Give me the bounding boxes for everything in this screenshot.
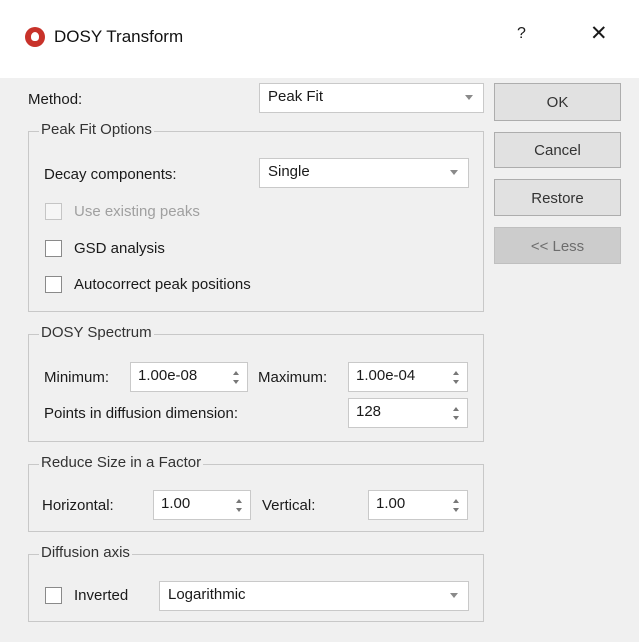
gsd-analysis-label: GSD analysis <box>74 240 165 257</box>
spin-up-icon[interactable] <box>453 499 459 503</box>
inverted-label: Inverted <box>74 587 129 604</box>
ok-button[interactable]: OK <box>494 83 621 121</box>
cancel-button[interactable]: Cancel <box>494 132 621 168</box>
method-value: Peak Fit <box>268 88 324 105</box>
use-existing-peaks-checkbox[interactable] <box>45 203 62 220</box>
spin-up-icon[interactable] <box>236 499 242 503</box>
inverted-checkbox[interactable] <box>45 587 62 604</box>
chevron-down-icon <box>450 593 458 598</box>
spin-down-icon[interactable] <box>453 508 459 512</box>
vertical-spinbox[interactable]: 1.00 <box>368 490 468 520</box>
less-button[interactable]: << Less <box>494 227 621 264</box>
dosy-spectrum-title: DOSY Spectrum <box>39 324 154 341</box>
decay-components-label: Decay components: <box>44 166 177 183</box>
maximum-spinbox[interactable]: 1.00e-04 <box>348 362 468 392</box>
vertical-label: Vertical: <box>262 497 316 514</box>
autocorrect-peak-positions-label: Autocorrect peak positions <box>74 276 251 293</box>
horizontal-spinbox[interactable]: 1.00 <box>153 490 251 520</box>
autocorrect-peak-positions-checkbox[interactable] <box>45 276 62 293</box>
gsd-analysis-checkbox[interactable] <box>45 240 62 257</box>
axis-scale-dropdown[interactable]: Logarithmic <box>159 581 469 611</box>
peak-fit-options-title: Peak Fit Options <box>39 121 154 138</box>
horizontal-label: Horizontal: <box>42 497 114 514</box>
spin-down-icon[interactable] <box>236 508 242 512</box>
spin-up-icon[interactable] <box>233 371 239 375</box>
decay-components-value: Single <box>268 163 310 180</box>
spin-up-icon[interactable] <box>453 371 459 375</box>
window-title: DOSY Transform <box>54 27 184 46</box>
decay-components-dropdown[interactable]: Single <box>259 158 469 188</box>
spin-down-icon[interactable] <box>233 380 239 384</box>
help-icon[interactable]: ? <box>517 25 526 43</box>
spin-down-icon[interactable] <box>453 416 459 420</box>
spin-down-icon[interactable] <box>453 380 459 384</box>
points-spinbox[interactable]: 128 <box>348 398 468 428</box>
horizontal-value: 1.00 <box>161 495 191 512</box>
restore-button[interactable]: Restore <box>494 179 621 216</box>
minimum-spinbox[interactable]: 1.00e-08 <box>130 362 248 392</box>
spin-up-icon[interactable] <box>453 407 459 411</box>
method-label: Method: <box>28 91 83 108</box>
reduce-size-title: Reduce Size in a Factor <box>39 454 204 471</box>
maximum-value: 1.00e-04 <box>356 367 416 384</box>
use-existing-peaks-label: Use existing peaks <box>74 203 200 220</box>
vertical-value: 1.00 <box>376 495 406 512</box>
minimum-value: 1.00e-08 <box>138 367 198 384</box>
method-dropdown[interactable]: Peak Fit <box>259 83 484 113</box>
points-label: Points in diffusion dimension: <box>44 405 239 422</box>
maximum-label: Maximum: <box>258 369 328 386</box>
diffusion-axis-title: Diffusion axis <box>39 544 132 561</box>
minimum-label: Minimum: <box>44 369 110 386</box>
chevron-down-icon <box>450 170 458 175</box>
app-logo-icon <box>25 27 45 47</box>
chevron-down-icon <box>465 95 473 100</box>
axis-scale-value: Logarithmic <box>168 586 246 603</box>
close-icon[interactable]: ✕ <box>590 21 608 46</box>
points-value: 128 <box>356 403 382 420</box>
